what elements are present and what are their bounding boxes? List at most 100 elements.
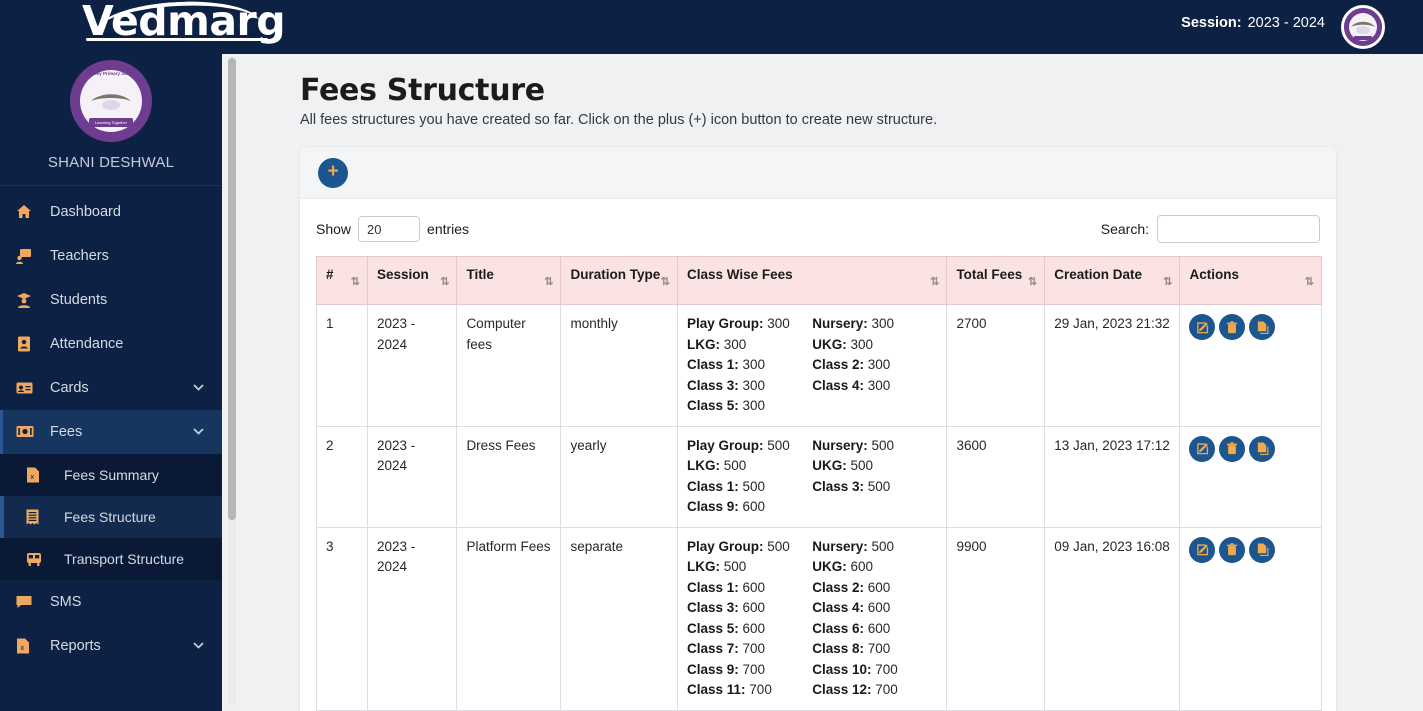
class-fee-value: 300 <box>742 398 766 414</box>
sort-icon[interactable]: ⇅ <box>1028 275 1037 288</box>
column-header-title[interactable]: Title ⇅ <box>456 256 562 305</box>
sort-icon[interactable]: ⇅ <box>930 275 939 288</box>
sort-icon[interactable]: ⇅ <box>351 275 360 288</box>
class-fee-entry: Class 4: 600 <box>812 598 937 619</box>
delete-button[interactable] <box>1219 536 1246 563</box>
sidebar-item-attendance[interactable]: Attendance <box>0 322 222 366</box>
class-fee-value: 300 <box>850 336 873 352</box>
sidebar-item-dashboard[interactable]: Dashboard <box>0 190 222 234</box>
brand-underline-decoration <box>86 38 268 41</box>
sort-icon[interactable]: ⇅ <box>661 275 670 288</box>
class-fee-entry: Class 11: 700 <box>687 680 812 701</box>
class-fee-value: 700 <box>742 641 766 657</box>
sidebar-item-label: SMS <box>50 594 82 610</box>
column-header-creation-date[interactable]: Creation Date ⇅ <box>1044 256 1181 305</box>
sidebar-item-fees-structure[interactable]: Fees Structure <box>0 496 222 538</box>
cell-class-wise-fees: Play Group: 500 LKG: 500 Class 1: 600 Class… <box>676 526 948 711</box>
class-fee-label: Class 9: <box>686 499 739 515</box>
column-header-class-wise-fees[interactable]: Class Wise Fees ⇅ <box>676 256 948 305</box>
edit-button[interactable] <box>1189 536 1216 563</box>
cell-actions <box>1179 425 1322 528</box>
add-structure-button[interactable]: + <box>318 157 348 188</box>
edit-button[interactable] <box>1189 435 1216 462</box>
cell-actions <box>1179 526 1322 711</box>
sidebar-item-label: Cards <box>50 380 89 396</box>
class-fee-value: 500 <box>742 478 766 494</box>
sidebar-item-fees[interactable]: Fees <box>0 410 222 454</box>
table-row: 2 2023 - 2024 Dress Fees yearly Play Group: … <box>316 425 1322 528</box>
chevron-down-icon[interactable] <box>193 426 204 438</box>
card-body: Show entries Search: <box>300 199 1336 711</box>
class-fee-entry: Class 6: 600 <box>812 619 937 640</box>
class-fee-entry: Class 10: 700 <box>812 660 937 681</box>
cell-total-fees: 2700 <box>946 304 1046 427</box>
edit-button[interactable] <box>1189 314 1216 340</box>
class-fee-label: Class 11: <box>686 682 746 698</box>
sidebar-item-label: Reports <box>50 638 101 654</box>
sort-icon[interactable]: ⇅ <box>544 275 553 288</box>
class-fee-entry: Class 2: 600 <box>812 578 937 599</box>
sidebar-divider <box>0 185 222 186</box>
sort-icon[interactable]: ⇅ <box>440 275 449 288</box>
cell-class-wise-fees: Play Group: 500 LKG: 500 Class 1: 500 Class… <box>676 425 948 528</box>
duplicate-button[interactable] <box>1249 536 1276 563</box>
class-fee-value: 300 <box>723 336 747 352</box>
class-fee-entry: Nursery: 500 <box>812 537 937 558</box>
chevron-down-icon[interactable] <box>193 640 204 652</box>
svg-text:x: x <box>30 473 34 481</box>
svg-text:x: x <box>20 644 24 652</box>
class-fee-value: 300 <box>871 316 895 331</box>
class-fee-value: 700 <box>742 661 766 677</box>
column-header-session[interactable]: Session ⇅ <box>366 256 458 305</box>
table-row: 3 2023 - 2024 Platform Fees separate Play Gr… <box>316 526 1322 711</box>
trash-icon <box>1226 543 1238 556</box>
class-fee-entry: Class 3: 300 <box>687 376 812 397</box>
class-fee-value: 700 <box>875 661 898 677</box>
page-subtitle: All fees structures you have created so … <box>300 112 938 128</box>
duplicate-button[interactable] <box>1249 314 1276 340</box>
column-header-duration-type[interactable]: Duration Type ⇅ <box>560 256 678 305</box>
class-fee-entry: Play Group: 500 <box>687 537 812 558</box>
column-label: Class Wise Fees <box>686 267 793 282</box>
sidebar-item-label: Students <box>50 292 108 308</box>
search-input[interactable] <box>1157 215 1320 243</box>
sidebar-nav: Dashboard Teachers Students Attendance C… <box>0 190 222 668</box>
delete-button[interactable] <box>1219 314 1246 340</box>
class-fee-entry: Class 9: 600 <box>687 497 812 518</box>
sidebar-item-cards[interactable]: Cards <box>0 366 222 410</box>
sidebar-item-sms[interactable]: SMS <box>0 580 222 624</box>
class-fee-label: Class 1: <box>686 478 739 494</box>
duplicate-button[interactable] <box>1249 435 1276 462</box>
class-fee-value: 500 <box>767 538 790 554</box>
class-fee-label: Class 4: <box>812 377 864 393</box>
sidebar-item-transport-structure[interactable]: Transport Structure <box>0 538 222 580</box>
page-length-input[interactable] <box>358 216 421 242</box>
class-fee-value: 500 <box>871 538 895 554</box>
cell-title: Dress Fees <box>456 425 562 528</box>
class-fee-value: 500 <box>723 458 747 474</box>
class-fee-value: 500 <box>850 458 873 474</box>
class-fee-label: Play Group: <box>686 316 764 331</box>
delete-button[interactable] <box>1219 435 1246 462</box>
cell-session: 2023 - 2024 <box>366 526 458 711</box>
class-fee-label: Class 3: <box>812 478 864 494</box>
sidebar-item-teachers[interactable]: Teachers <box>0 234 222 278</box>
chevron-down-icon[interactable] <box>193 382 204 394</box>
sidebar-scrollbar-thumb[interactable] <box>228 58 236 520</box>
sort-icon[interactable]: ⇅ <box>1163 275 1172 288</box>
sort-icon[interactable]: ⇅ <box>1305 275 1314 288</box>
column-header-total-fees[interactable]: Total Fees ⇅ <box>946 256 1046 305</box>
sidebar-item-students[interactable]: Students <box>0 278 222 322</box>
column-header-actions[interactable]: Actions ⇅ <box>1179 256 1322 305</box>
class-fee-value: 300 <box>867 357 891 373</box>
sidebar-item-fees-summary[interactable]: x Fees Summary <box>0 454 222 496</box>
trash-icon <box>1226 320 1238 334</box>
cell-creation-date: 13 Jan, 2023 17:12 <box>1044 425 1181 528</box>
class-fee-label: Class 12: <box>812 682 872 698</box>
user-name: SHANI DESHWAL <box>47 154 175 171</box>
avatar[interactable] <box>1341 5 1385 49</box>
sidebar-item-reports[interactable]: x Reports <box>0 624 222 668</box>
class-fee-label: UKG: <box>812 458 847 474</box>
avatar-school-crest-icon <box>1344 8 1382 46</box>
column-header-index[interactable]: # ⇅ <box>316 256 368 305</box>
